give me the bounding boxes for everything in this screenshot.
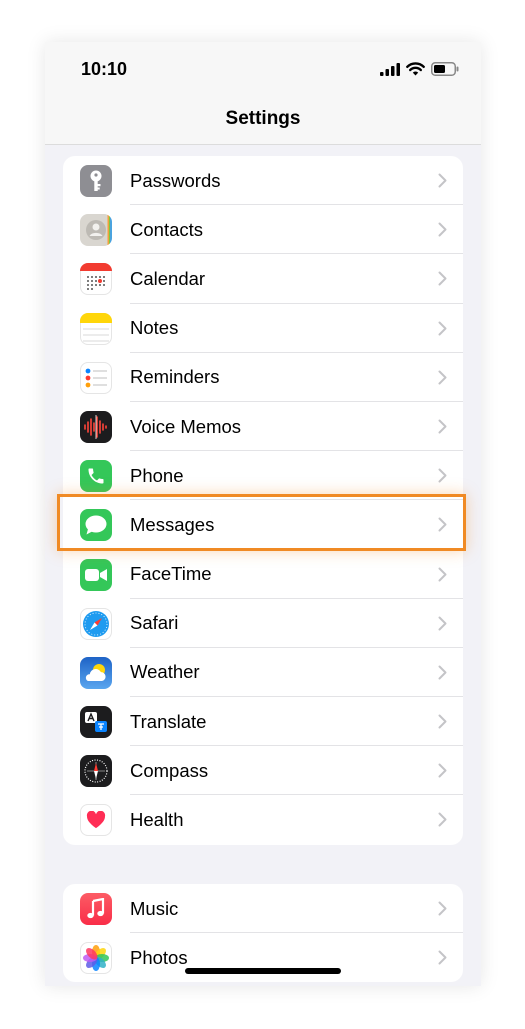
settings-row-compass[interactable]: Compass	[63, 746, 463, 796]
settings-row-label: Translate	[130, 710, 207, 732]
compass-icon	[80, 755, 112, 788]
health-icon	[80, 804, 112, 837]
settings-row-label: Voice Memos	[130, 415, 242, 437]
settings-row-phone[interactable]: Phone	[63, 451, 463, 501]
chevron-right-icon	[438, 812, 447, 827]
battery-icon	[431, 62, 459, 76]
page-title: Settings	[225, 108, 301, 129]
settings-row-label: Photos	[130, 946, 188, 968]
signal-icon	[380, 62, 400, 76]
settings-row-passwords[interactable]: Passwords	[63, 156, 463, 206]
chevron-right-icon	[438, 901, 447, 916]
facetime-icon	[80, 558, 112, 591]
settings-row-label: Contacts	[130, 218, 204, 240]
home-indicator[interactable]	[185, 968, 341, 974]
settings-row-music[interactable]: Music	[63, 884, 463, 934]
chevron-right-icon	[438, 763, 447, 778]
settings-row-safari[interactable]: Safari	[63, 599, 463, 648]
chevron-right-icon	[438, 567, 447, 581]
safari-icon	[80, 607, 112, 640]
messages-highlight-box	[57, 494, 466, 551]
chevron-right-icon	[438, 616, 447, 631]
chevron-right-icon	[438, 419, 447, 434]
settings-row-contacts[interactable]: Contacts	[63, 205, 463, 255]
key-icon	[80, 165, 112, 197]
settings-row-label: Passwords	[130, 169, 221, 191]
settings-row-label: Music	[130, 897, 179, 919]
weather-icon	[80, 656, 112, 689]
settings-row-label: Weather	[130, 661, 200, 683]
settings-row-facetime[interactable]: FaceTime	[63, 550, 463, 599]
music-icon	[80, 893, 112, 925]
settings-row-label: FaceTime	[130, 563, 212, 585]
settings-row-voice-memos[interactable]: Voice Memos	[63, 402, 463, 452]
chevron-right-icon	[438, 950, 447, 965]
settings-row-weather[interactable]: Weather	[63, 648, 463, 698]
chevron-right-icon	[438, 665, 447, 680]
navigation-header: 10:10 Settings	[45, 42, 481, 145]
chevron-right-icon	[438, 271, 447, 286]
settings-row-notes[interactable]: Notes	[63, 304, 463, 353]
chevron-right-icon	[438, 468, 447, 483]
reminders-icon	[80, 361, 112, 394]
settings-row-label: Calendar	[130, 267, 206, 289]
settings-row-label: Compass	[130, 759, 209, 781]
phone-icon	[80, 460, 112, 493]
translate-icon	[80, 706, 112, 739]
settings-row-label: Reminders	[130, 366, 220, 388]
settings-row-translate[interactable]: Translate	[63, 697, 463, 747]
voice-memos-icon	[80, 410, 112, 443]
notes-icon	[80, 312, 112, 345]
settings-row-calendar[interactable]: Calendar	[63, 254, 463, 304]
chevron-right-icon	[438, 321, 447, 336]
chevron-right-icon	[438, 370, 447, 385]
chevron-right-icon	[438, 714, 447, 729]
chevron-right-icon	[438, 173, 447, 188]
photos-icon	[80, 942, 112, 975]
settings-row-photos[interactable]: Photos	[63, 933, 463, 982]
settings-row-label: Safari	[130, 612, 179, 634]
chevron-right-icon	[438, 222, 447, 237]
settings-row-label: Notes	[130, 317, 179, 339]
status-icons	[380, 62, 459, 76]
calendar-icon	[80, 263, 112, 296]
wifi-icon	[406, 62, 425, 76]
settings-row-label: Phone	[130, 464, 184, 486]
settings-row-health[interactable]: Health	[63, 795, 463, 844]
status-time: 10:10	[81, 59, 128, 79]
settings-row-reminders[interactable]: Reminders	[63, 353, 463, 402]
contacts-icon	[80, 214, 112, 247]
settings-row-label: Health	[130, 809, 184, 831]
